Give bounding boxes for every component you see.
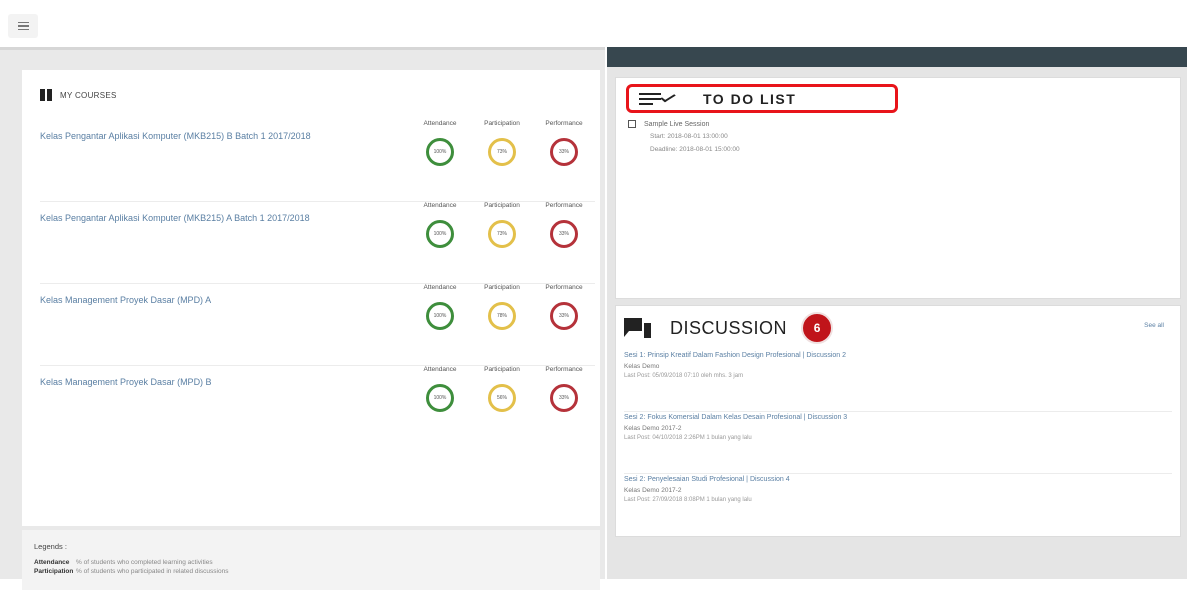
metric-label: Attendance [423,120,457,127]
todo-checkbox[interactable] [628,120,636,128]
participation-ring: 73% [488,138,516,166]
legend-title: Legends : [34,542,67,551]
participation-metric: Participation 73% [472,202,532,248]
attendance-metric: Attendance 100% [410,202,470,248]
participation-ring: 78% [488,302,516,330]
attendance-metric: Attendance 100% [410,120,470,166]
discussion-item-lastpost: Last Post: 27/09/2018 8:08PM 1 bulan yan… [624,497,752,503]
metric-label: Attendance [423,366,457,373]
checklist-icon [639,91,676,106]
discussion-item-class: Kelas Demo [624,363,660,370]
my-courses-header: MY COURSES [40,89,117,101]
legend-key: Attendance [34,559,70,566]
course-link[interactable]: Kelas Pengantar Aplikasi Komputer (MKB21… [40,130,320,143]
performance-ring: 33% [550,302,578,330]
metric-label: Participation [484,202,520,209]
legend-desc: % of students who participated in relate… [76,568,229,575]
discussion-item-lastpost: Last Post: 05/09/2018 07:10 oleh mhs. 3 … [624,373,744,379]
discussion-item-class: Kelas Demo 2017-2 [624,425,682,432]
legend: Legends : Attendance % of students who c… [22,530,600,590]
attendance-ring: 100% [426,138,454,166]
discussion-item-title[interactable]: Sesi 2: Penyelesaian Studi Profesional |… [624,476,1172,483]
todo-card: TO DO LIST Sample Live Session Start: 20… [615,77,1181,299]
todo-header: TO DO LIST [626,84,898,113]
todo-start: Start: 2018-08-01 13:00:00 [650,133,728,140]
metric-label: Attendance [423,202,457,209]
performance-metric: Performance 33% [534,202,594,248]
course-link[interactable]: Kelas Pengantar Aplikasi Komputer (MKB21… [40,212,320,225]
my-courses-card: MY COURSES Kelas Pengantar Aplikasi Komp… [22,70,600,526]
course-link[interactable]: Kelas Management Proyek Dasar (MPD) A [40,294,320,307]
metric-label: Performance [545,120,583,127]
discussion-item[interactable]: Sesi 2: Penyelesaian Studi Profesional |… [624,474,1172,536]
participation-ring: 73% [488,220,516,248]
discussion-item[interactable]: Sesi 1: Prinsip Kreatif Dalam Fashion De… [624,350,1172,412]
participation-metric: Participation 78% [472,284,532,330]
right-header-bar [607,47,1187,67]
participation-metric: Participation 73% [472,120,532,166]
performance-metric: Performance 33% [534,120,594,166]
participation-ring: 56% [488,384,516,412]
todo-item[interactable]: Sample Live Session [628,120,709,128]
discussion-count-badge: 6 [801,312,834,344]
legend-desc: % of students who completed learning act… [76,559,213,566]
discussion-item-lastpost: Last Post: 04/10/2018 2:26PM 1 bulan yan… [624,435,752,441]
discussion-item-class: Kelas Demo 2017-2 [624,487,682,494]
attendance-ring: 100% [426,384,454,412]
metric-label: Participation [484,366,520,373]
attendance-ring: 100% [426,302,454,330]
metric-label: Attendance [423,284,457,291]
legend-row-attendance: Attendance % of students who completed l… [34,559,588,566]
performance-ring: 33% [550,384,578,412]
legend-key: Participation [34,568,74,575]
book-icon [40,89,52,101]
discussion-title: DISCUSSION [670,317,788,338]
metric-label: Participation [484,120,520,127]
discussion-item-title[interactable]: Sesi 1: Prinsip Kreatif Dalam Fashion De… [624,352,1172,359]
todo-deadline: Deadline: 2018-08-01 15:00:00 [650,146,740,153]
attendance-metric: Attendance 100% [410,366,470,412]
hamburger-icon[interactable] [8,14,38,38]
forum-icon [622,316,654,340]
discussion-card: DISCUSSION 6 See all Sesi 1: Prinsip Kre… [615,305,1181,537]
participation-metric: Participation 56% [472,366,532,412]
attendance-metric: Attendance 100% [410,284,470,330]
my-courses-title: MY COURSES [60,90,117,100]
performance-ring: 33% [550,138,578,166]
course-row: Kelas Pengantar Aplikasi Komputer (MKB21… [40,202,595,284]
discussion-item-title[interactable]: Sesi 2: Fokus Komersial Dalam Kelas Desa… [624,414,1172,421]
course-link[interactable]: Kelas Management Proyek Dasar (MPD) B [40,376,320,389]
right-panel: TO DO LIST Sample Live Session Start: 20… [607,47,1187,579]
performance-ring: 33% [550,220,578,248]
left-panel: MY COURSES Kelas Pengantar Aplikasi Komp… [0,47,605,590]
top-bar [0,0,1187,46]
metric-label: Performance [545,366,583,373]
performance-metric: Performance 33% [534,366,594,412]
course-row: Kelas Management Proyek Dasar (MPD) A Att… [40,284,595,366]
see-all-link[interactable]: See all [1144,322,1164,329]
course-row: Kelas Management Proyek Dasar (MPD) B Att… [40,366,595,448]
discussion-item[interactable]: Sesi 2: Fokus Komersial Dalam Kelas Desa… [624,412,1172,474]
todo-title: TO DO LIST [703,90,797,107]
metric-label: Performance [545,202,583,209]
course-row: Kelas Pengantar Aplikasi Komputer (MKB21… [40,120,595,202]
attendance-ring: 100% [426,220,454,248]
metric-label: Performance [545,284,583,291]
legend-row-participation: Participation % of students who particip… [34,568,588,575]
performance-metric: Performance 33% [534,284,594,330]
metric-label: Participation [484,284,520,291]
discussion-header: DISCUSSION 6 [622,312,834,344]
todo-item-label[interactable]: Sample Live Session [644,121,709,128]
